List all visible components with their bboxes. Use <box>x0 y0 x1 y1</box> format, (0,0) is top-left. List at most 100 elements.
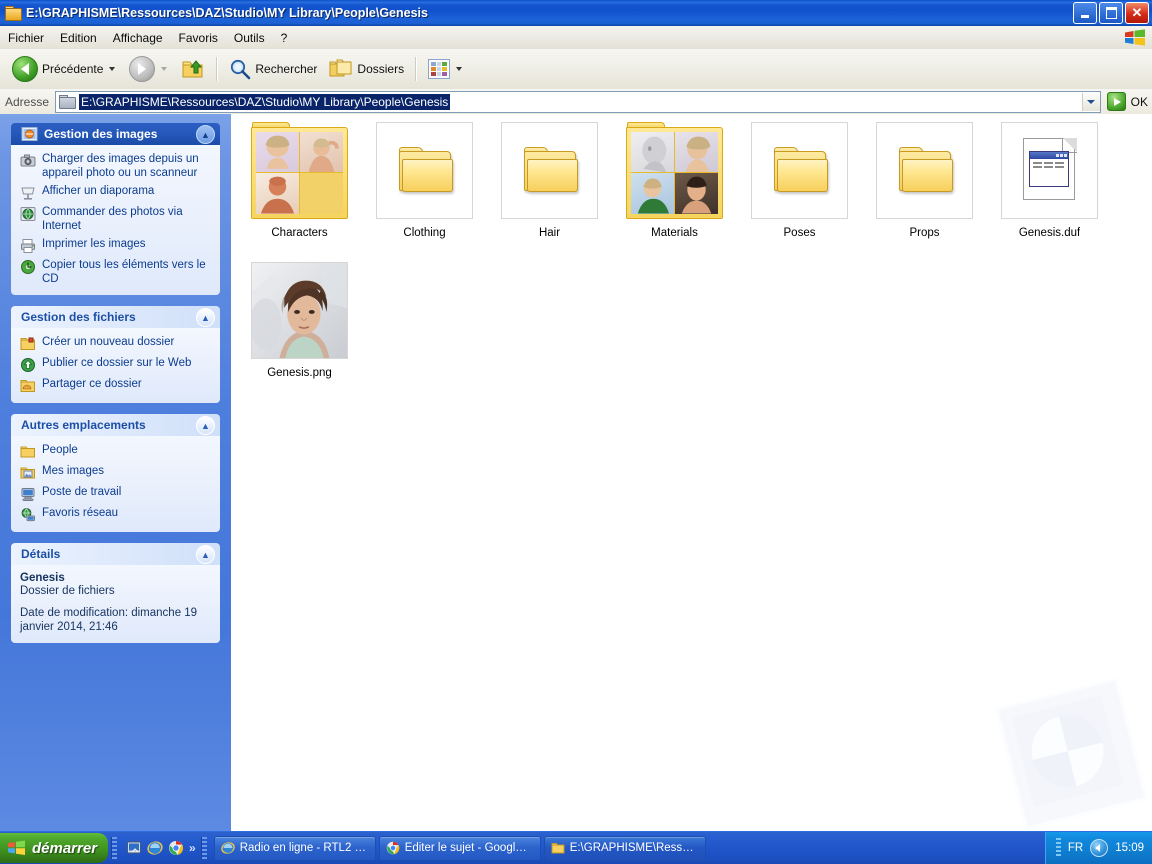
taskbar-grip[interactable] <box>200 837 207 859</box>
file-list[interactable]: Characters Clothing Hair Materials Poses… <box>231 114 1152 832</box>
window-title: E:\GRAPHISME\Ressources\DAZ\Studio\MY Li… <box>26 6 428 20</box>
maximize-button[interactable] <box>1099 2 1123 24</box>
menu-item-help[interactable]: ? <box>273 29 296 47</box>
thumbnail <box>625 120 725 220</box>
file-grid: Characters Clothing Hair Materials Poses… <box>231 114 1152 400</box>
menu-item-fichier[interactable]: Fichier <box>0 29 52 47</box>
file-item[interactable]: Materials <box>612 120 737 256</box>
panel-body: Créer un nouveau dossier Publier ce doss… <box>11 328 220 403</box>
task-load-images[interactable]: Charger des images depuis un appareil ph… <box>20 152 212 180</box>
file-item[interactable]: Genesis.duf <box>987 120 1112 256</box>
task-label: Afficher un diaporama <box>42 185 155 197</box>
place-people[interactable]: People <box>20 443 212 460</box>
folders-button[interactable]: Dossiers <box>323 52 410 86</box>
menu-item-favoris[interactable]: Favoris <box>171 29 226 47</box>
panel-body: People Mes images Poste de travail Favor… <box>11 436 220 532</box>
task-print-images[interactable]: Imprimer les images <box>20 237 212 254</box>
forward-arrow-icon <box>129 56 156 82</box>
place-label: People <box>42 444 78 456</box>
menu-item-edition[interactable]: Edition <box>52 29 105 47</box>
up-folder-icon <box>182 60 203 78</box>
chevron-up-icon[interactable]: ▲ <box>196 125 215 144</box>
task-order-photos[interactable]: Commander des photos via Internet <box>20 205 212 233</box>
task-label: Commander des photos via Internet <box>42 206 183 232</box>
back-button[interactable]: Précédente <box>6 52 123 86</box>
thumbnail <box>500 120 600 220</box>
forward-button[interactable] <box>123 52 175 86</box>
chevron-right-icon[interactable]: » <box>189 841 196 855</box>
tray-grip[interactable] <box>1055 838 1061 858</box>
folders-icon <box>329 59 352 77</box>
go-button-label: OK <box>1130 94 1148 109</box>
chevron-down-icon[interactable] <box>161 67 168 71</box>
chevron-up-icon[interactable]: ▲ <box>196 416 215 435</box>
clock[interactable]: 15:09 <box>1115 842 1144 854</box>
minimize-button[interactable] <box>1073 2 1097 24</box>
network-icon <box>21 508 35 522</box>
folder-icon <box>20 446 35 458</box>
views-icon <box>428 59 451 79</box>
taskbar-window-button[interactable]: E:\GRAPHISME\Ress… <box>543 835 706 861</box>
cd-burn-icon <box>21 260 35 274</box>
panel-header[interactable]: Autres emplacements ▲ <box>11 414 220 436</box>
image-thumbnail-icon <box>252 262 347 358</box>
quicklaunch-grip[interactable] <box>111 837 117 859</box>
duf-document-icon <box>1022 138 1077 202</box>
panel-header[interactable]: Détails ▲ <box>11 543 220 565</box>
internet-explorer-icon[interactable] <box>147 840 163 856</box>
file-item[interactable]: Props <box>862 120 987 256</box>
chevron-up-icon[interactable]: ▲ <box>196 545 215 564</box>
file-item[interactable]: Characters <box>237 120 362 256</box>
thumbnail <box>875 120 975 220</box>
search-button[interactable]: Rechercher <box>223 52 323 86</box>
search-icon <box>231 59 251 80</box>
task-slideshow[interactable]: Afficher un diaporama <box>20 184 212 201</box>
file-label: Genesis.duf <box>1018 227 1081 239</box>
file-item[interactable]: Hair <box>487 120 612 256</box>
go-button[interactable]: OK <box>1101 91 1152 113</box>
place-my-pictures[interactable]: Mes images <box>20 464 212 481</box>
task-publish-web[interactable]: Publier ce dossier sur le Web <box>20 356 212 373</box>
place-label: Favoris réseau <box>42 507 119 519</box>
up-button[interactable] <box>175 52 211 86</box>
my-computer-icon <box>21 488 35 501</box>
panel-header[interactable]: Gestion des fichiers ▲ <box>11 306 220 328</box>
back-arrow-icon <box>12 56 38 82</box>
address-dropdown-button[interactable] <box>1081 92 1100 111</box>
views-button[interactable] <box>422 52 470 86</box>
address-input[interactable]: E:\GRAPHISME\Ressources\DAZ\Studio\MY Li… <box>55 90 1101 113</box>
show-desktop-icon[interactable] <box>126 840 142 856</box>
window-controls: ✕ <box>1073 2 1149 24</box>
task-new-folder[interactable]: Créer un nouveau dossier <box>20 335 212 352</box>
chevron-down-icon <box>1087 99 1096 104</box>
menu-item-outils[interactable]: Outils <box>226 29 273 47</box>
search-button-label: Rechercher <box>255 62 318 76</box>
volume-icon[interactable] <box>1090 839 1109 857</box>
place-network[interactable]: Favoris réseau <box>20 506 212 523</box>
place-label: Mes images <box>42 465 104 477</box>
folders-button-label: Dossiers <box>357 62 405 76</box>
new-folder-icon <box>20 337 35 350</box>
folder-icon <box>772 147 828 193</box>
share-folder-icon <box>20 380 35 392</box>
start-button[interactable]: démarrer <box>0 833 108 863</box>
chrome-icon[interactable] <box>168 840 184 856</box>
taskbar-window-button[interactable]: Editer le sujet - Googl… <box>378 835 541 861</box>
file-item[interactable]: Poses <box>737 120 862 256</box>
window-buttons: Radio en ligne - RTL2 … Editer le sujet … <box>213 835 706 861</box>
task-label: Partager ce dossier <box>42 378 142 390</box>
language-indicator[interactable]: FR <box>1068 842 1083 854</box>
file-item[interactable]: Clothing <box>362 120 487 256</box>
panel-header[interactable]: Gestion des images ▲ <box>11 123 220 145</box>
file-item[interactable]: Genesis.png <box>237 260 362 396</box>
place-my-computer[interactable]: Poste de travail <box>20 485 212 502</box>
chevron-up-icon[interactable]: ▲ <box>196 308 215 327</box>
taskbar-window-button[interactable]: Radio en ligne - RTL2 … <box>213 835 376 861</box>
chevron-down-icon[interactable] <box>456 67 463 71</box>
task-copy-to-cd[interactable]: Copier tous les éléments vers le CD <box>20 258 212 286</box>
close-button[interactable]: ✕ <box>1125 2 1149 24</box>
task-share-folder[interactable]: Partager ce dossier <box>20 377 212 394</box>
menu-item-affichage[interactable]: Affichage <box>105 29 171 47</box>
folder-icon <box>59 95 77 109</box>
chevron-down-icon[interactable] <box>109 67 116 71</box>
